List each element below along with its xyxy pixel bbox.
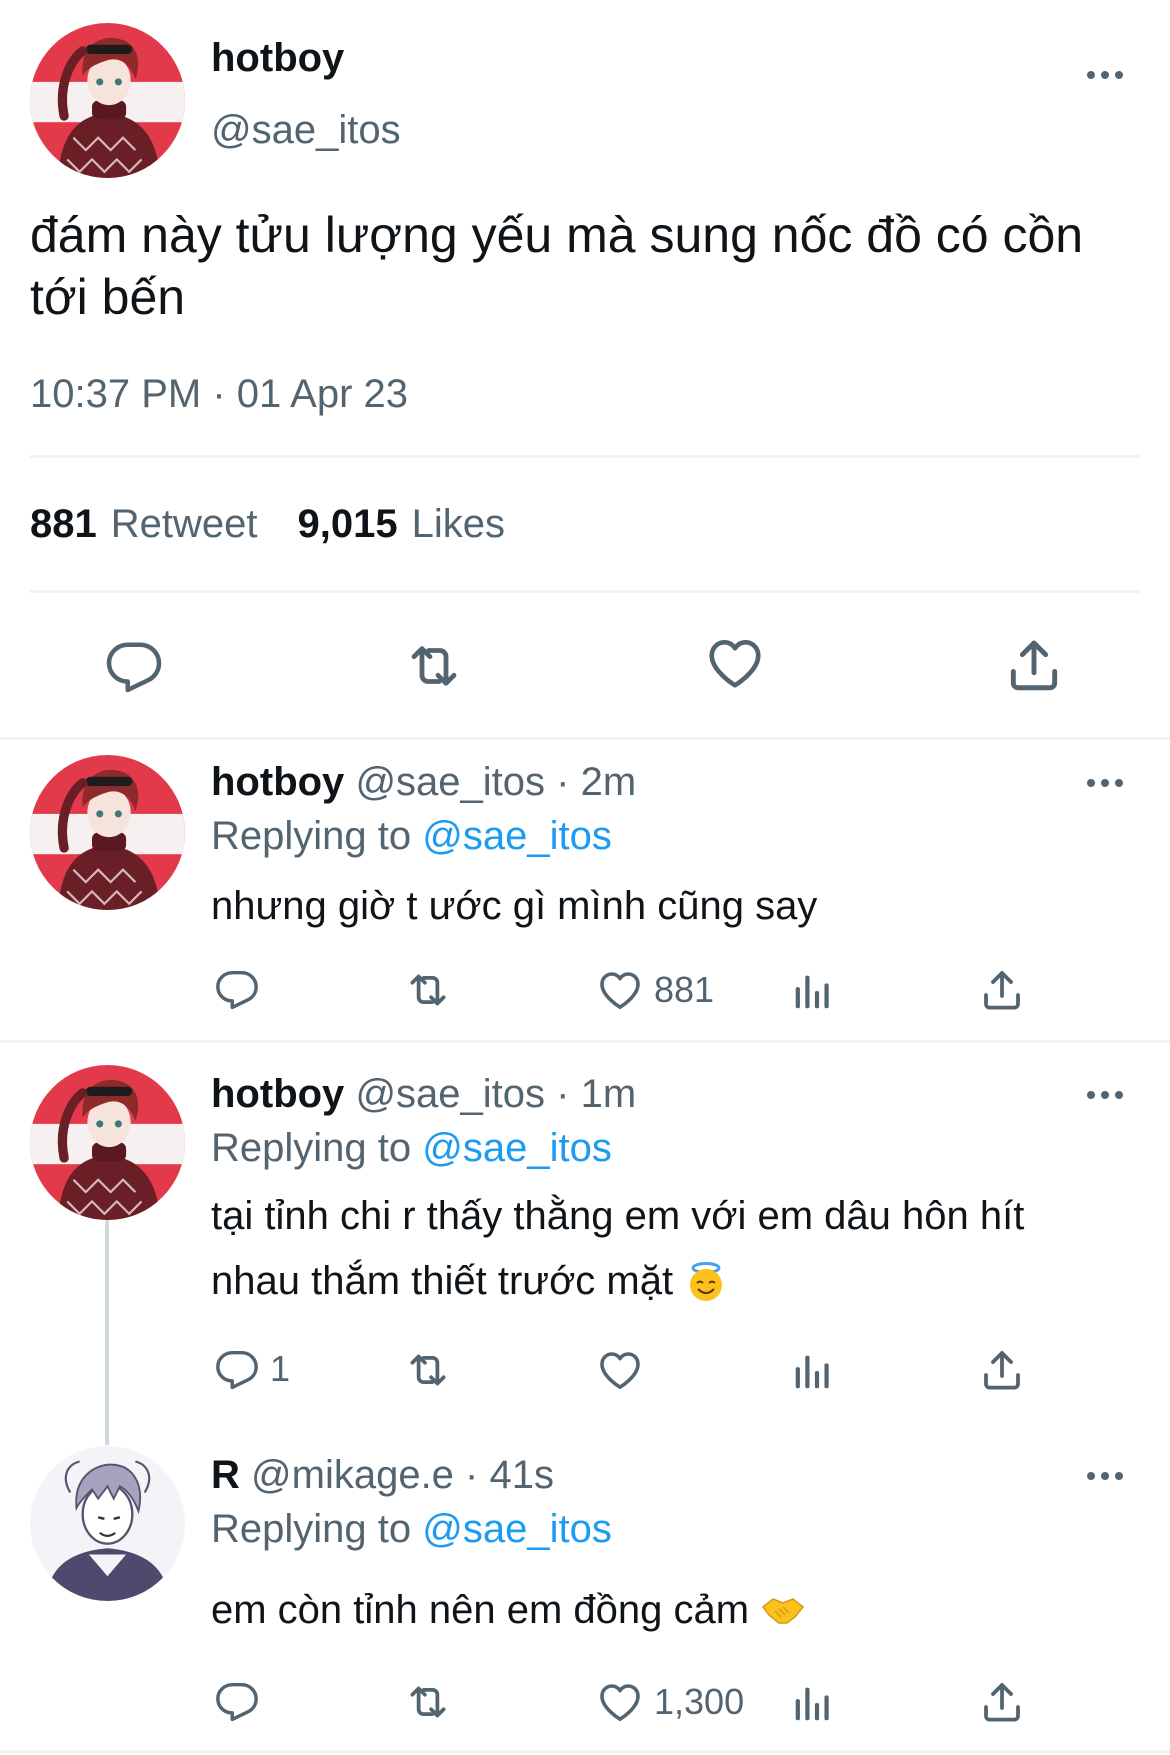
share-button[interactable] [978,1346,1026,1394]
divider [0,1040,1170,1043]
share-icon [978,1346,1026,1394]
share-icon [1003,634,1065,696]
share-button[interactable] [978,1678,1026,1726]
reply-icon [214,966,260,1012]
like-button[interactable] [704,632,766,694]
reply-text-line-2-wrap: nhau thắm thiết trước mặt [211,1259,727,1304]
share-button[interactable] [978,966,1026,1014]
reply-button[interactable] [214,966,260,1012]
reply-display-name[interactable]: hotboy [211,760,344,804]
more-icon[interactable] [1075,1461,1135,1491]
replying-to-label: Replying to [211,1126,412,1170]
views-button[interactable] [788,1348,836,1394]
retweet-icon [400,1345,456,1395]
divider [30,455,1140,458]
replying-to-label: Replying to [211,1507,412,1551]
retweet-button[interactable] [400,634,468,698]
reply-text-wrap: em còn tỉnh nên em đồng cảm [211,1588,805,1633]
views-icon [788,1680,836,1726]
main-tweet-text: đám này tửu lượng yếu mà sung nốc đồ có … [30,207,1084,325]
replying-to-handle[interactable]: @sae_itos [422,1126,612,1170]
avatar[interactable] [30,755,185,910]
retweet-count: 881 [30,502,97,546]
replying-to-label: Replying to [211,814,412,858]
reply-handle-time[interactable]: @sae_itos · 2m [355,760,636,804]
reply-display-name[interactable]: hotboy [211,1072,344,1116]
avatar-image [30,23,185,178]
more-icon[interactable] [1075,768,1135,798]
heart-icon [596,966,644,1014]
likes-count: 9,015 [297,502,398,546]
retweet-stat[interactable]: 881 Retweet [30,502,258,547]
avatar[interactable] [30,23,185,178]
retweet-icon [400,965,456,1015]
reply-handle-time[interactable]: @mikage.e · 41s [251,1453,554,1497]
like-button[interactable] [596,1346,644,1394]
heart-icon [596,1678,644,1726]
more-icon[interactable] [1075,1080,1135,1110]
divider [0,1750,1170,1753]
main-display-name[interactable]: hotboy [211,36,344,81]
reply-button[interactable] [104,636,164,696]
views-button[interactable] [788,968,836,1014]
views-button[interactable] [788,1680,836,1726]
retweet-button[interactable] [400,1677,456,1727]
likes-label: Likes [411,502,505,546]
reply-header: hotboy @sae_itos · 2m [211,760,636,805]
retweet-button[interactable] [400,965,456,1015]
share-button[interactable] [1003,634,1065,696]
replying-to: Replying to @sae_itos [211,814,612,859]
replying-to: Replying to @sae_itos [211,1126,612,1171]
like-count: 881 [654,969,715,1010]
heart-icon [704,632,766,694]
reply-text: em còn tỉnh nên em đồng cảm [211,1588,750,1632]
heart-icon [596,1346,644,1394]
thread-line [105,1220,109,1445]
replying-to-handle[interactable]: @sae_itos [422,1507,612,1551]
avatar[interactable] [30,1446,185,1601]
reply-button[interactable]: 1 [214,1346,290,1392]
retweet-icon [400,634,468,698]
reply-text: nhưng giờ t ước gì mình cũng say [211,884,818,928]
reply-button[interactable] [214,1678,260,1724]
divider [30,590,1140,593]
avatar-image [30,755,185,910]
share-icon [978,966,1026,1014]
reply-display-name[interactable]: R [211,1453,240,1497]
retweet-label: Retweet [110,502,258,546]
replying-to-handle[interactable]: @sae_itos [422,814,612,858]
share-icon [978,1678,1026,1726]
like-count: 1,300 [654,1681,745,1722]
avatar-image [30,1446,185,1601]
tweet-stats: 881 Retweet 9,015 Likes [30,502,505,547]
smiling-face-with-halo-emoji [690,1261,723,1301]
divider [0,737,1170,740]
reply-header: R @mikage.e · 41s [211,1453,554,1498]
like-button[interactable]: 1,300 [596,1678,744,1726]
reply-handle-time[interactable]: @sae_itos · 1m [355,1072,636,1116]
more-icon[interactable] [1075,60,1135,90]
reply-icon [214,1678,260,1724]
likes-stat[interactable]: 9,015 Likes [298,502,506,547]
reply-header: hotboy @sae_itos · 1m [211,1072,636,1117]
like-button[interactable]: 881 [596,966,714,1014]
avatar-image [30,1065,185,1220]
replying-to: Replying to @sae_itos [211,1507,612,1552]
views-icon [788,1348,836,1394]
reply-icon [214,1346,260,1392]
avatar[interactable] [30,1065,185,1220]
retweet-icon [400,1677,456,1727]
main-handle[interactable]: @sae_itos [211,108,401,153]
reply-text-line-2: nhau thắm thiết trước mặt [211,1259,674,1303]
views-icon [788,968,836,1014]
retweet-button[interactable] [400,1345,456,1395]
handshake-emoji [762,1597,805,1624]
tweet-timestamp[interactable]: 10:37 PM · 01 Apr 23 [30,372,408,417]
reply-icon [104,636,164,696]
reply-count: 1 [270,1348,291,1389]
reply-text-line-1: tại tỉnh chi r thấy thằng em với em dâu … [211,1194,1025,1238]
